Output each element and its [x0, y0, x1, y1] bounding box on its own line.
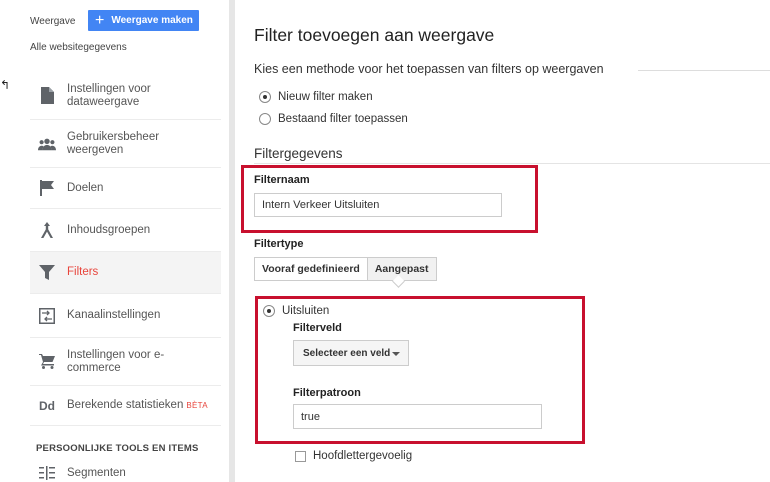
sidebar-item-label: Kanaalinstellingen: [67, 309, 161, 321]
sidebar-item-label: Berekende statistieken BÈTA: [67, 399, 208, 412]
tab-custom[interactable]: Aangepast: [367, 257, 437, 281]
dd-icon: Dd: [39, 398, 55, 413]
sidebar-item-label: Gebruikersbeheer weergeven: [67, 130, 160, 156]
details-divider: [254, 163, 770, 164]
filter-name-label: Filternaam: [254, 174, 310, 186]
view-name[interactable]: Alle websitegegevens: [30, 42, 127, 53]
sidebar-item-label: Instellingen voor dataweergave: [67, 82, 151, 108]
sidebar-item-segments[interactable]: Segmenten: [38, 466, 126, 480]
segments-icon: [38, 466, 56, 480]
sidebar-item-ecommerce-settings[interactable]: Instellingen voor e-commerce: [30, 338, 221, 386]
sidebar-item-filters[interactable]: Filters: [30, 252, 221, 294]
method-divider: [638, 70, 770, 71]
checkbox-unchecked-icon[interactable]: [295, 450, 306, 462]
channel-icon: [38, 307, 56, 325]
sidebar-item-user-management[interactable]: Gebruikersbeheer weergeven: [30, 120, 221, 168]
sidebar-item-view-settings[interactable]: Instellingen voor dataweergave: [30, 72, 221, 120]
case-sensitive-checkbox[interactable]: Hoofdlettergevoelig: [295, 450, 412, 462]
sidebar-item-goals[interactable]: Doelen: [30, 168, 221, 209]
filter-field-label: Filterveld: [293, 322, 342, 334]
new-filter-radio[interactable]: Nieuw filter maken: [259, 91, 373, 103]
radio-checked-icon[interactable]: [259, 91, 271, 103]
page-title: Filter toevoegen aan weergave: [254, 25, 495, 45]
create-view-button[interactable]: + Weergave maken: [88, 10, 199, 31]
sidebar-item-label: Instellingen voor e-commerce: [67, 348, 165, 374]
method-prompt: Kies een methode voor het toepassen van …: [254, 62, 604, 76]
tab-predefined[interactable]: Vooraf gedefinieerd: [254, 257, 368, 281]
filter-field-select-value: Selecteer een veld: [303, 347, 391, 359]
sidebar: Weergave + Weergave maken Alle websitege…: [22, 0, 229, 482]
radio-checked-icon[interactable]: [263, 305, 275, 317]
exclude-radio[interactable]: Uitsluiten: [263, 305, 329, 317]
flag-icon: [38, 179, 56, 197]
cart-icon: [38, 353, 56, 371]
radio-unchecked-icon[interactable]: [259, 113, 271, 125]
filter-type-tabs: Vooraf gedefinieerd Aangepast: [254, 257, 437, 281]
sidebar-item-label: Filters: [67, 266, 99, 278]
filter-name-input[interactable]: [254, 193, 502, 217]
chevron-down-icon: [392, 352, 400, 356]
sidebar-item-label: Doelen: [67, 181, 104, 194]
case-sensitive-label: Hoofdlettergevoelig: [313, 450, 413, 462]
sidebar-item-label: Inhoudsgroepen: [67, 223, 151, 236]
plus-icon: +: [95, 11, 105, 29]
filter-pattern-input[interactable]: [293, 404, 542, 429]
sidebar-item-channel-settings[interactable]: Kanaalinstellingen: [30, 294, 221, 338]
calculated-metrics-label: Berekende statistieken: [67, 399, 184, 411]
view-label: Weergave: [30, 16, 76, 27]
beta-badge: BÈTA: [186, 401, 208, 410]
filter-details-heading: Filtergegevens: [254, 146, 343, 161]
sidebar-item-calculated-metrics[interactable]: Dd Berekende statistieken BÈTA: [30, 386, 221, 426]
filter-field-select[interactable]: Selecteer een veld: [293, 340, 409, 366]
view-nav: Instellingen voor dataweergave Gebruiker…: [30, 72, 221, 426]
existing-filter-radio[interactable]: Bestaand filter toepassen: [259, 113, 408, 125]
existing-filter-label: Bestaand filter toepassen: [278, 113, 408, 125]
personal-tools-heading: PERSOONLIJKE TOOLS EN ITEMS: [36, 443, 199, 454]
exclude-label: Uitsluiten: [282, 305, 330, 317]
filter-type-label: Filtertype: [254, 238, 304, 250]
sidebar-item-label: Segmenten: [67, 467, 126, 479]
content-group-icon: [38, 221, 56, 239]
create-view-label: Weergave maken: [111, 15, 193, 26]
sidebar-item-content-groups[interactable]: Inhoudsgroepen: [30, 209, 221, 252]
users-icon: [38, 135, 56, 153]
collapse-arrow-icon[interactable]: ↰: [0, 78, 10, 92]
filter-icon: [38, 264, 56, 282]
new-filter-label: Nieuw filter maken: [278, 91, 373, 103]
document-icon: [38, 87, 56, 105]
filter-pattern-label: Filterpatroon: [293, 387, 361, 399]
add-filter-panel: Filter toevoegen aan weergave Kies een m…: [235, 0, 770, 482]
